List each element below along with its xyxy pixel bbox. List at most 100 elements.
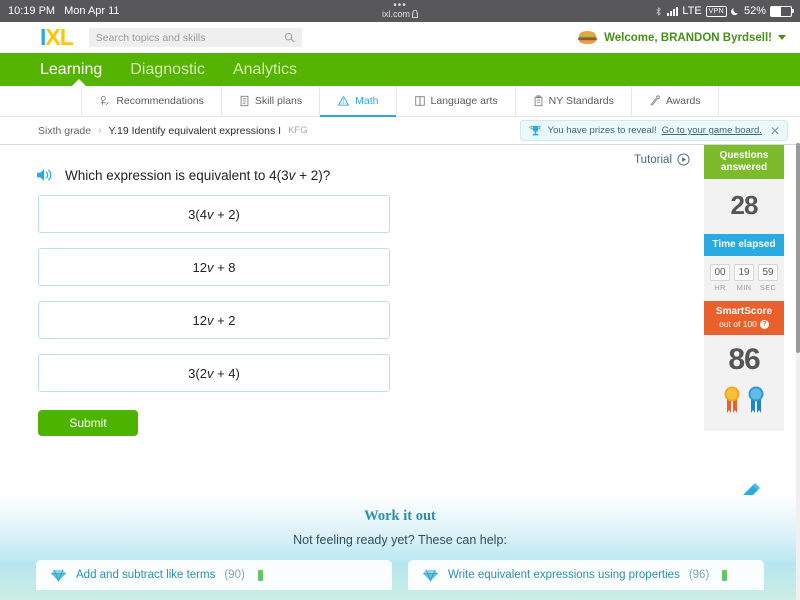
progress-sidebar: Questions answered 28 Time elapsed 00 HR… — [704, 145, 784, 431]
help-card-label: Add and subtract like terms — [76, 569, 216, 581]
choice-pre: 12 — [192, 259, 207, 275]
nav-item-diagnostic[interactable]: Diagnostic — [130, 61, 205, 79]
tab-ny-standards[interactable]: NY Standards — [516, 86, 632, 116]
timer-seconds: 59 SEC — [758, 264, 778, 292]
tab-awards[interactable]: Awards — [632, 86, 719, 116]
logo-letters-xl: XL — [45, 24, 73, 50]
question-text: Which expression is equivalent to 4(3v +… — [65, 168, 330, 183]
tab-label: NY Standards — [548, 95, 614, 107]
smartscore-sub-text: out of 100 — [719, 319, 757, 329]
timer-minutes: 19 MIN — [734, 264, 754, 292]
tutorial-link[interactable]: Tutorial — [634, 153, 690, 166]
choice-text: 3(4v + 2) — [188, 207, 240, 222]
site-header: I XL Search topics and skills Welcome, BR… — [0, 22, 800, 53]
sub-nav: Recommendations Skill plans Math Languag… — [0, 86, 800, 117]
progress-badge-icon — [257, 569, 263, 581]
submit-button[interactable]: Submit — [38, 410, 138, 436]
tab-dots: ••• — [393, 0, 407, 11]
play-circle-icon — [677, 153, 690, 166]
page-scrollbar[interactable] — [796, 143, 800, 600]
book-icon — [414, 96, 425, 106]
speaker-icon[interactable] — [36, 167, 55, 183]
choice-post: + 8 — [213, 259, 236, 275]
work-it-out-subtitle: Not feeling ready yet? These can help: — [293, 533, 507, 547]
tab-label: Math — [355, 95, 379, 107]
ixl-practice-page: 10:19 PM Mon Apr 11 ••• ixl.com LTE VPN … — [0, 0, 800, 600]
choice-text: 12v + 8 — [192, 260, 235, 275]
search-placeholder: Search topics and skills — [95, 31, 206, 44]
chevron-down-icon — [778, 35, 786, 40]
bluetooth-icon — [656, 6, 662, 16]
tab-language-arts[interactable]: Language arts — [397, 86, 516, 116]
answer-choice-4[interactable]: 3(2v + 4) — [38, 354, 390, 392]
search-input[interactable]: Search topics and skills — [88, 28, 302, 47]
prize-banner-text: You have prizes to reveal! — [547, 125, 657, 136]
timer-hours-value: 00 — [710, 264, 730, 281]
nav-item-analytics[interactable]: Analytics — [233, 61, 297, 79]
moon-icon — [730, 7, 738, 15]
choice-pre: 3(4 — [188, 206, 207, 222]
ixl-logo[interactable]: I XL — [40, 24, 74, 51]
clipboard-icon — [534, 95, 542, 107]
smartscore-title: SmartScore — [715, 306, 773, 317]
welcome-text: Welcome, BRANDON Byrdsell! — [604, 31, 772, 44]
timer-seconds-label: SEC — [759, 283, 777, 292]
help-cards: Add and subtract like terms (90) Write e… — [0, 547, 800, 590]
time-elapsed-header: Time elapsed — [704, 234, 784, 256]
gold-ribbon-icon — [724, 386, 740, 413]
tab-label: Recommendations — [116, 95, 204, 107]
question-prefix: Which expression is equivalent to 4(3 — [65, 167, 289, 183]
questions-answered-value: 28 — [730, 190, 759, 220]
status-bar-right: LTE VPN 52% — [654, 5, 794, 17]
diamond-icon — [423, 569, 438, 582]
blue-ribbon-icon — [748, 386, 764, 413]
tab-math[interactable]: Math — [320, 86, 397, 117]
smartscore-subtitle: out of 100 ? — [706, 318, 782, 330]
award-ribbons — [704, 381, 784, 431]
timer-hours-label: HR — [714, 283, 726, 292]
answer-choices: 3(4v + 2) 12v + 8 12v + 2 3(2v + 4) — [38, 195, 390, 392]
tab-skill-plans[interactable]: Skill plans — [222, 86, 321, 116]
recommendations-icon — [101, 95, 110, 106]
help-card-count: (90) — [224, 569, 245, 581]
vpn-badge: VPN — [705, 5, 727, 17]
game-board-link[interactable]: Go to your game board. — [662, 125, 762, 136]
lock-icon — [412, 10, 418, 18]
help-card-1[interactable]: Add and subtract like terms (90) — [36, 560, 392, 590]
choice-post: + 2) — [213, 206, 240, 222]
ios-status-bar: 10:19 PM Mon Apr 11 ••• ixl.com LTE VPN … — [0, 0, 800, 22]
help-card-2[interactable]: Write equivalent expressions using prope… — [408, 560, 764, 590]
help-card-count: (96) — [688, 569, 710, 581]
url-text: ixl.com — [382, 9, 418, 19]
status-time: 10:19 PM — [8, 5, 56, 17]
tab-recommendations[interactable]: Recommendations — [81, 86, 222, 116]
timer-minutes-value: 19 — [734, 264, 754, 281]
diamond-icon — [51, 569, 66, 582]
main-nav: Learning Diagnostic Analytics — [0, 53, 800, 86]
breadcrumb-grade[interactable]: Sixth grade — [38, 125, 91, 137]
scrollbar-thumb[interactable] — [796, 143, 800, 353]
help-icon[interactable]: ? — [759, 319, 769, 329]
battery-percent: 52% — [743, 5, 766, 17]
math-pyramid-icon — [337, 94, 350, 106]
answer-choice-2[interactable]: 12v + 8 — [38, 248, 390, 286]
status-date: Mon Apr 11 — [64, 5, 120, 17]
account-menu[interactable]: Welcome, BRANDON Byrdsell! — [577, 30, 786, 45]
nav-item-learning[interactable]: Learning — [40, 61, 102, 79]
tab-label: Awards — [665, 95, 701, 107]
timer-seconds-value: 59 — [758, 264, 778, 281]
tab-label: Language arts — [430, 95, 498, 107]
close-icon[interactable]: ✕ — [770, 124, 780, 138]
skill-code: KFG — [288, 125, 308, 136]
timer-hours: 00 HR — [710, 264, 730, 292]
choice-post: + 2 — [213, 312, 236, 328]
choice-text: 12v + 2 — [192, 313, 235, 328]
awards-icon — [650, 95, 660, 106]
work-it-out-title: Work it out — [364, 508, 436, 524]
prize-banner[interactable]: You have prizes to reveal! Go to your ga… — [519, 120, 788, 141]
network-type: LTE — [682, 5, 702, 17]
answer-choice-3[interactable]: 12v + 2 — [38, 301, 390, 339]
timer: 00 HR 19 MIN 59 SEC — [704, 256, 784, 301]
tutorial-label: Tutorial — [634, 153, 672, 166]
answer-choice-1[interactable]: 3(4v + 2) — [38, 195, 390, 233]
